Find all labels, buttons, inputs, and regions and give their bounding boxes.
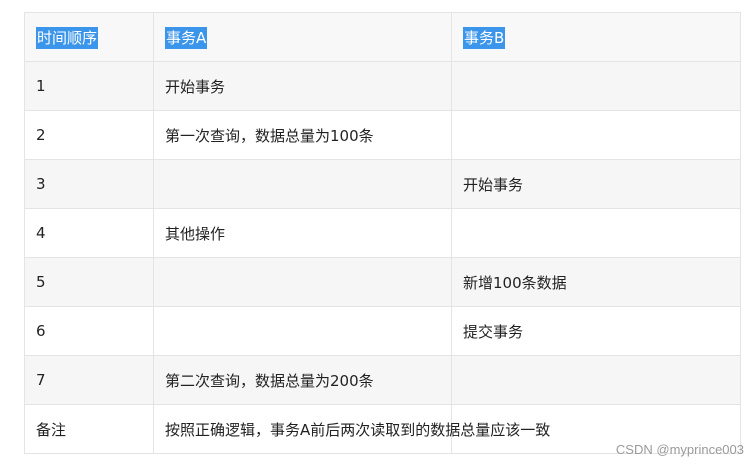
- cell-transaction-a: 其他操作: [153, 208, 452, 258]
- cell-transaction-a: 第二次查询，数据总量为200条: [153, 355, 452, 405]
- cell-time-order: 5: [24, 257, 154, 307]
- header-label-transaction-b: 事务B: [463, 26, 506, 49]
- table-header: 时间顺序 事务A 事务B: [24, 12, 741, 62]
- table-body: 1 开始事务 2 第一次查询，数据总量为100条 3 开始事务 4 其他操作 5…: [24, 61, 741, 454]
- transaction-table: 时间顺序 事务A 事务B 1 开始事务 2 第一次查询，数据总量为100条 3 …: [24, 12, 741, 454]
- cell-time-order: 2: [24, 110, 154, 160]
- table-row: 4 其他操作: [24, 208, 741, 258]
- table-row: 1 开始事务: [24, 61, 741, 111]
- header-cell-time-order: 时间顺序: [24, 12, 154, 62]
- table-row: 3 开始事务: [24, 159, 741, 209]
- cell-transaction-b: [451, 110, 741, 160]
- cell-time-order: 7: [24, 355, 154, 405]
- table-row: 7 第二次查询，数据总量为200条: [24, 355, 741, 405]
- cell-time-order: 6: [24, 306, 154, 356]
- cell-remark-label: 备注: [24, 404, 154, 454]
- cell-transaction-a: 开始事务: [153, 61, 452, 111]
- table-row: 5 新增100条数据: [24, 257, 741, 307]
- cell-time-order: 3: [24, 159, 154, 209]
- header-row: 时间顺序 事务A 事务B: [24, 12, 741, 62]
- cell-transaction-b: [451, 208, 741, 258]
- header-label-time-order: 时间顺序: [36, 26, 99, 49]
- cell-time-order: 1: [24, 61, 154, 111]
- cell-transaction-b: 新增100条数据: [451, 257, 741, 307]
- cell-transaction-a: [153, 306, 452, 356]
- cell-transaction-b: 开始事务: [451, 159, 741, 209]
- cell-transaction-a: [153, 159, 452, 209]
- header-cell-transaction-a: 事务A: [153, 12, 452, 62]
- cell-transaction-b: [451, 61, 741, 111]
- cell-transaction-a: 第一次查询，数据总量为100条: [153, 110, 452, 160]
- cell-transaction-b: [451, 355, 741, 405]
- header-label-transaction-a: 事务A: [165, 26, 208, 49]
- cell-transaction-a: [153, 257, 452, 307]
- cell-remark-text: 按照正确逻辑，事务A前后两次读取到的数据总量应该一致: [153, 404, 550, 454]
- table-row: 2 第一次查询，数据总量为100条: [24, 110, 741, 160]
- csdn-watermark: CSDN @myprince003: [615, 442, 744, 457]
- table-row: 6 提交事务: [24, 306, 741, 356]
- header-cell-transaction-b: 事务B: [451, 12, 741, 62]
- cell-time-order: 4: [24, 208, 154, 258]
- cell-transaction-b: 提交事务: [451, 306, 741, 356]
